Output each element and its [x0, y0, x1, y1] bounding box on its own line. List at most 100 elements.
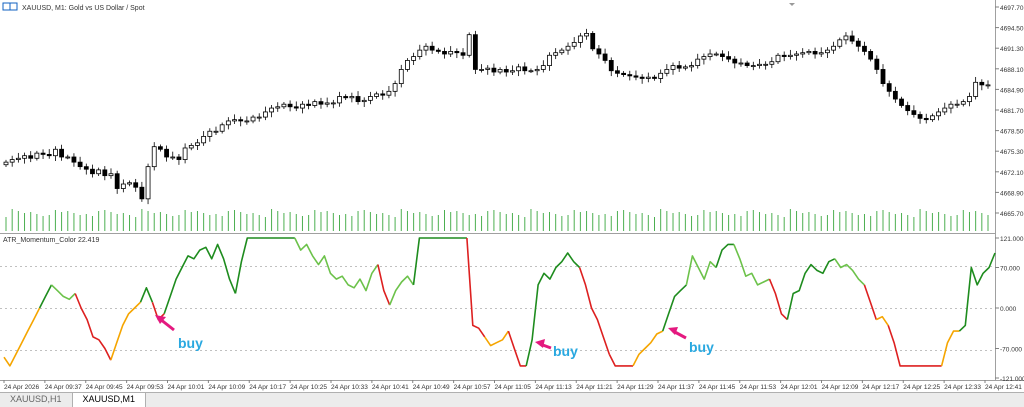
time-tick-label: 24 Apr 10:17	[249, 384, 286, 391]
candle-body	[880, 69, 886, 85]
candle-body	[936, 111, 941, 117]
time-tick-label: 24 Apr 12:33	[944, 384, 981, 391]
candle-body	[510, 70, 515, 73]
price-tick-label: 4691.30	[1000, 46, 1024, 53]
candle-body	[423, 45, 429, 51]
candle-body	[695, 58, 701, 66]
candle-body	[293, 106, 299, 109]
candle-body	[120, 183, 126, 189]
candle-body	[158, 146, 163, 150]
candle-body	[151, 146, 157, 168]
candle-body	[386, 90, 392, 96]
chart-title-group: XAUUSD, M1: Gold vs US Dollar / Spot	[2, 2, 145, 12]
candle-body	[225, 120, 231, 126]
candle-body	[645, 76, 651, 79]
candle-body	[639, 76, 645, 79]
indicator-tick-label: -70.000	[1000, 346, 1022, 353]
candle-body	[806, 51, 812, 54]
candle-body	[145, 166, 151, 200]
candle-body	[411, 56, 417, 61]
candle-body	[892, 90, 898, 100]
candle-body	[973, 81, 979, 97]
indicator-tick-label: -121.000	[1000, 376, 1024, 383]
indicator-segment	[466, 237, 486, 338]
candle-body	[633, 75, 639, 78]
indicator-segment	[685, 255, 717, 286]
candle-body	[90, 168, 95, 175]
candle-body	[571, 42, 577, 47]
candle-body	[843, 35, 849, 41]
candle-body	[435, 49, 441, 52]
candle-body	[565, 45, 571, 51]
price-tick-label: 4688.10	[1000, 67, 1024, 74]
candle-body	[300, 103, 305, 109]
tab-xauusd-h1[interactable]: XAUUSD,H1	[0, 393, 73, 407]
candle-body	[689, 65, 694, 68]
candle-body	[77, 161, 83, 168]
indicator-tick-label: 0.000	[1000, 306, 1017, 313]
candle-body	[96, 169, 102, 175]
indicator-segment	[768, 278, 788, 321]
indicator-segment	[50, 284, 76, 301]
candle-body	[114, 173, 120, 189]
candle-body	[781, 54, 787, 57]
time-tick-label: 24 Apr 12:25	[903, 384, 940, 391]
candle-body	[491, 67, 497, 73]
candle-body	[195, 142, 200, 146]
indicator-line	[3, 237, 996, 367]
buy-label: buy	[178, 335, 203, 351]
indicator-segment	[484, 330, 510, 347]
candle-body	[874, 58, 880, 70]
buy-label: buy	[553, 343, 578, 359]
candle-body	[3, 161, 9, 166]
indicator-tick-label: 70.000	[1000, 266, 1020, 273]
candle-body	[312, 101, 318, 106]
candle-body	[608, 60, 614, 72]
time-axis: 24 Apr 2026 24 Apr 09:37 24 Apr 09:45 24 Ap…	[3, 380, 1022, 391]
candle-body	[868, 51, 874, 60]
candle-body	[244, 120, 250, 123]
indicator-segment	[958, 252, 996, 332]
candle-body	[682, 66, 688, 69]
time-tick-label: 24 Apr 10:25	[290, 384, 327, 391]
candle-body	[886, 83, 892, 92]
candle-body	[670, 65, 676, 70]
candle-body	[738, 62, 744, 65]
candle-body	[732, 58, 738, 64]
candle-body	[472, 34, 478, 70]
indicator-segment	[887, 325, 942, 367]
candle-body	[188, 145, 194, 149]
candle-body	[176, 156, 182, 160]
time-tick-label: 24 Apr 12:01	[781, 384, 818, 391]
candle-body	[405, 60, 410, 70]
candle-body	[967, 96, 972, 103]
candle-body	[664, 69, 670, 74]
candle-body	[102, 169, 108, 177]
time-tick-label: 24 Apr 11:53	[740, 384, 777, 391]
time-tick-label: 24 Apr 09:53	[127, 384, 164, 391]
indicator-segment	[834, 258, 865, 286]
candle-body	[207, 130, 213, 137]
candle-body	[213, 130, 219, 133]
candle-body	[960, 101, 966, 105]
indicator-segment	[875, 315, 889, 326]
candle-body	[553, 52, 559, 56]
candle-body	[287, 103, 293, 108]
candle-body	[343, 96, 349, 99]
chart-window[interactable]: XAUUSD, M1: Gold vs US Dollar / Spot ATR…	[0, 0, 1024, 407]
indicator-segment	[786, 258, 836, 320]
candle-body	[182, 147, 188, 160]
candle-body	[559, 49, 565, 54]
candle-body	[108, 173, 114, 177]
chart-canvas[interactable]: XAUUSD, M1: Gold vs US Dollar / Spot ATR…	[0, 0, 1024, 392]
tab-xauusd-m1[interactable]: XAUUSD,M1	[72, 393, 147, 407]
candle-body	[219, 124, 225, 132]
indicator-segment	[38, 284, 53, 309]
candle-body	[528, 70, 534, 73]
candle-body	[442, 51, 447, 55]
buy-label: buy	[689, 339, 714, 355]
indicator-segment	[377, 264, 391, 306]
candle-body	[596, 48, 602, 55]
candle-body	[658, 72, 664, 79]
candle-body	[361, 99, 367, 103]
